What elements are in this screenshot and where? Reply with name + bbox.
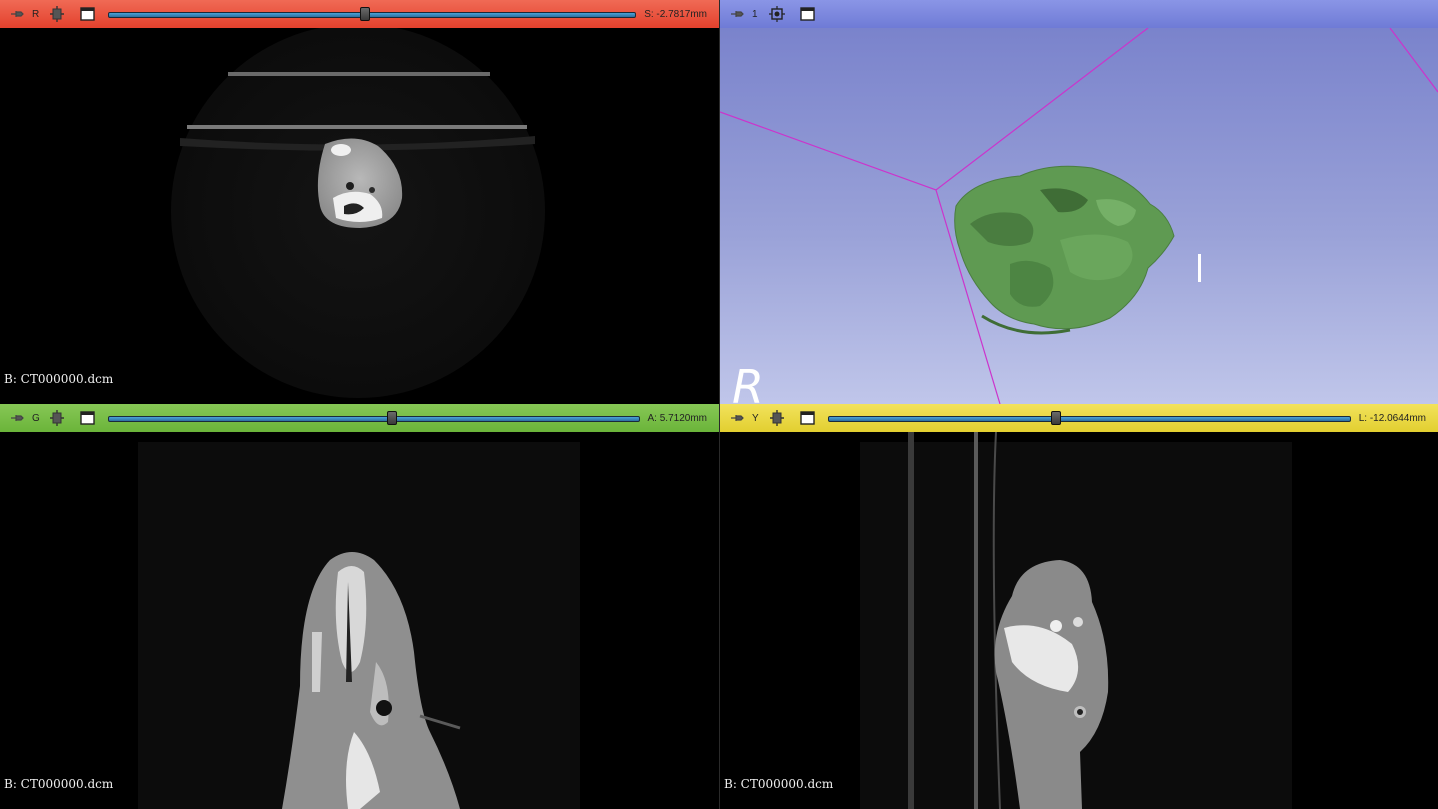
slider-track <box>828 416 1351 422</box>
slider-track <box>108 416 640 422</box>
slider-track <box>108 12 637 18</box>
slice-control-icon[interactable] <box>768 409 786 427</box>
orientation-marker-r: R <box>732 360 764 404</box>
slice-offset-slider[interactable] <box>828 411 1351 425</box>
axial-ct-image <box>171 28 545 398</box>
slice-offset-readout: A: 5.7120mm <box>647 412 707 424</box>
four-up-layout: R S: -2.7817mm B: CT000000.dcm 1 R G A: … <box>0 0 1438 809</box>
threed-view: 1 R <box>719 0 1438 404</box>
pin-icon[interactable] <box>728 409 746 427</box>
center-view-icon[interactable] <box>768 5 786 23</box>
pin-icon[interactable] <box>8 409 26 427</box>
slice-image-yellow[interactable]: B: CT000000.dcm <box>720 432 1438 809</box>
view-letter: R <box>32 8 40 20</box>
pin-icon[interactable] <box>728 5 746 23</box>
threed-controller-bar: 1 <box>720 0 1438 28</box>
slice-image-red[interactable]: B: CT000000.dcm <box>0 28 719 404</box>
slice-offset-readout: S: -2.7817mm <box>644 8 707 20</box>
slice-control-icon[interactable] <box>48 409 66 427</box>
slice-image-green[interactable]: B: CT000000.dcm <box>0 432 719 809</box>
corner-annotation: B: CT000000.dcm <box>4 372 114 386</box>
corner-annotation: B: CT000000.dcm <box>4 777 114 791</box>
slice-controller-bar-green: G A: 5.7120mm <box>0 404 719 432</box>
view-letter: Y <box>752 412 759 424</box>
skull-surface-model <box>720 28 1438 404</box>
slice-offset-readout: L: -12.0644mm <box>1358 412 1426 424</box>
slider-handle[interactable] <box>386 411 397 425</box>
maximize-view-icon[interactable] <box>78 409 96 427</box>
slider-handle[interactable] <box>1050 411 1061 425</box>
maximize-view-icon[interactable] <box>798 409 816 427</box>
slice-controller-bar-red: R S: -2.7817mm <box>0 0 719 28</box>
slice-view-yellow: Y L: -12.0644mm B: CT000000.dcm <box>719 404 1438 809</box>
maximize-view-icon[interactable] <box>78 5 96 23</box>
pin-icon[interactable] <box>8 5 26 23</box>
sagittal-ct-image <box>860 432 1292 809</box>
maximize-view-icon[interactable] <box>798 5 816 23</box>
slice-control-icon[interactable] <box>48 5 66 23</box>
slice-offset-slider[interactable] <box>108 7 637 21</box>
slice-view-green: G A: 5.7120mm B: CT000000.dcm <box>0 404 719 809</box>
slice-view-red: R S: -2.7817mm B: CT000000.dcm <box>0 0 719 404</box>
threed-render-canvas[interactable]: R <box>720 28 1438 404</box>
view-letter: 1 <box>752 8 758 20</box>
corner-annotation: B: CT000000.dcm <box>724 777 834 791</box>
slider-handle[interactable] <box>360 7 371 21</box>
orientation-marker-i <box>1198 254 1201 282</box>
slice-offset-slider[interactable] <box>108 411 640 425</box>
coronal-ct-image <box>138 442 580 809</box>
slice-controller-bar-yellow: Y L: -12.0644mm <box>720 404 1438 432</box>
view-letter: G <box>32 412 40 424</box>
